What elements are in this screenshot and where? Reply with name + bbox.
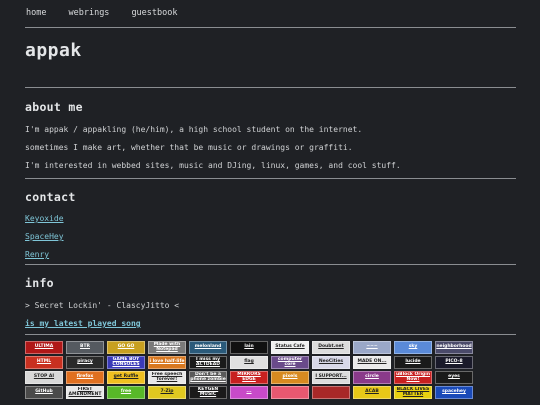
now-playing-text: > Secret Lockin' - ClascyJitto < (25, 301, 180, 310)
button-row: STOP AI firefox get Ruffle Free speech fore… (25, 371, 495, 384)
latest-played-link[interactable]: is my latest played song (25, 319, 141, 328)
i-miss-my-actdead-button[interactable]: I miss my ACTDEAD (189, 356, 227, 369)
circle-button[interactable]: circle (353, 371, 391, 384)
about-heading: about me (25, 100, 83, 114)
doubt-net-button[interactable]: Doubt.net (312, 341, 350, 354)
computer-core-button[interactable]: computer core (271, 356, 309, 369)
info-heading: info (25, 276, 54, 290)
made-with-notepad-button[interactable]: Made with Notepad (148, 341, 186, 354)
blue-sky-button[interactable]: sky (394, 341, 432, 354)
status-cafe-button[interactable]: Status Cafe (271, 341, 309, 354)
divider (25, 27, 516, 28)
flag-button[interactable]: flag (230, 356, 268, 369)
top-nav: home webrings guestbook (26, 8, 200, 18)
pink-bar-button[interactable] (271, 386, 309, 399)
lucide-button[interactable]: lucide (394, 356, 432, 369)
renry-link[interactable]: Renry (25, 250, 49, 259)
contact-heading: contact (25, 190, 76, 204)
phone-button[interactable]: Don't be a phone zombie (189, 371, 227, 384)
7-zip-button[interactable]: 7-Zip (148, 386, 186, 399)
ultima-button[interactable]: ULTIMA (25, 341, 63, 354)
html-button[interactable]: HTML (25, 356, 63, 369)
keygen-music-button[interactable]: KEYGEN MUSIC (189, 386, 227, 399)
github-button[interactable]: GitHub (25, 386, 63, 399)
piracy-button[interactable]: piracy (66, 356, 104, 369)
pixels-button[interactable]: pixels (271, 371, 309, 384)
divider (25, 264, 516, 265)
firefox-button[interactable]: firefox (66, 371, 104, 384)
badge-9-button[interactable]: MADE ON... (353, 356, 391, 369)
eyes-button[interactable]: eyes (435, 371, 473, 384)
nav-home[interactable]: home (26, 8, 46, 18)
neocities-button[interactable]: NeoCities (312, 356, 350, 369)
rainbow-button[interactable]: ~~~ (353, 341, 391, 354)
melonland-button[interactable]: melonland (189, 341, 227, 354)
free-software-button[interactable]: free (107, 386, 145, 399)
first-amendment-button[interactable]: FIRST AMENDMENT (66, 386, 104, 399)
lain-button[interactable]: lain (230, 341, 268, 354)
site-title: appak (25, 40, 82, 61)
vaporwave-button[interactable]: ... (230, 386, 268, 399)
free-speech-button[interactable]: Free speech forever! (148, 371, 186, 384)
about-line-1: I'm appak / appakling (he/him), a high s… (25, 125, 363, 134)
btr-button[interactable]: BTR (66, 341, 104, 354)
stop-ai-button[interactable]: STOP AI (25, 371, 63, 384)
acab-button[interactable]: ACAB (353, 386, 391, 399)
spacehey-btn-button[interactable]: spacehey (435, 386, 473, 399)
nav-guestbook[interactable]: guestbook (131, 8, 177, 18)
button-row: ULTIMA BTR GO GO Made with Notepad melonland… (25, 341, 495, 354)
user-agent-button[interactable]: I SUPPORT... (312, 371, 350, 384)
button-row: GitHub FIRST AMENDMENT free 7-Zip KEYGEN MUS… (25, 386, 495, 399)
nav-webrings[interactable]: webrings (68, 8, 109, 18)
divider (25, 334, 516, 335)
gameboy-consoles-button[interactable]: GAME BOY CONSOLES (107, 356, 145, 369)
divider (25, 87, 516, 88)
mirrors-edge-button[interactable]: MIRRORS EDGE (230, 371, 268, 384)
half-life-button[interactable]: i love half-life (148, 356, 186, 369)
divider (25, 178, 516, 179)
keyoxide-link[interactable]: Keyoxide (25, 214, 64, 223)
about-line-2: sometimes I make art, whether that be mu… (25, 143, 353, 152)
pico-8-button[interactable]: PICO-8 (435, 356, 473, 369)
get-ruffle-button[interactable]: get Ruffle (107, 371, 145, 384)
red-rectangles-button[interactable] (312, 386, 350, 399)
about-line-3: I'm interested in webbed sites, music an… (25, 161, 401, 170)
neighborhood-button[interactable]: neighborhood (435, 341, 473, 354)
ublock-origin-button[interactable]: uBlock Origin Now! (394, 371, 432, 384)
button-row: HTML piracy GAME BOY CONSOLES i love half-l… (25, 356, 495, 369)
spacehey-link[interactable]: SpaceHey (25, 232, 64, 241)
88x31-buttons-wall: ULTIMA BTR GO GO Made with Notepad melonland… (25, 341, 495, 401)
black-lives-matter-button[interactable]: BLACK LIVES MATTER (394, 386, 432, 399)
go-yoshi-button[interactable]: GO GO (107, 341, 145, 354)
